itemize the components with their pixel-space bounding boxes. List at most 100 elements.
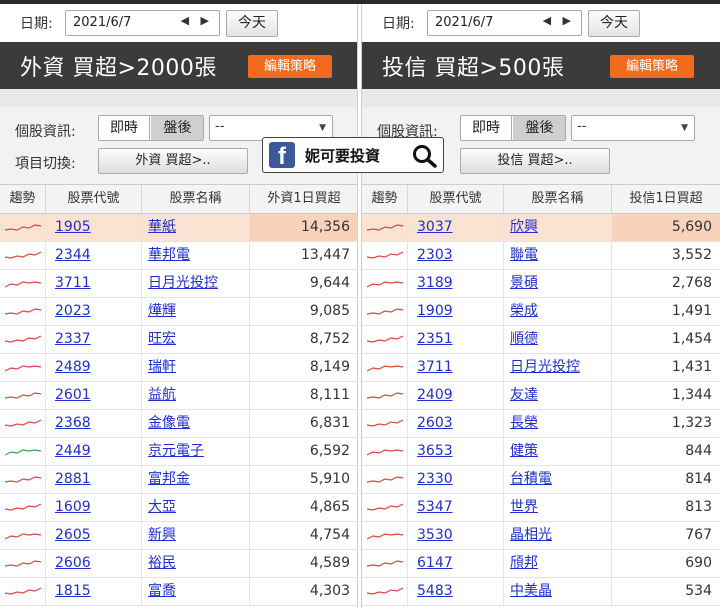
realtime-tab[interactable]: 即時: [99, 116, 150, 140]
table-row[interactable]: 2449 京元電子 6,592: [0, 438, 357, 466]
stock-code-link[interactable]: 5347: [417, 499, 453, 515]
realtime-tab[interactable]: 即時: [461, 116, 512, 140]
facebook-page-banner[interactable]: f 妮可要投資: [262, 137, 444, 173]
table-row[interactable]: 3037 欣興 5,690: [362, 214, 720, 242]
date-nav-arrows-icon[interactable]: ◀ ▶: [543, 14, 575, 27]
edit-strategy-button[interactable]: 編輯策略: [248, 55, 332, 78]
table-row[interactable]: 1609 大亞 4,865: [0, 494, 357, 522]
stock-code-link[interactable]: 2489: [55, 359, 91, 375]
column-header-value[interactable]: 投信1日買超: [612, 185, 720, 213]
stock-code-link[interactable]: 2409: [417, 387, 453, 403]
stock-code-link[interactable]: 5483: [417, 583, 453, 599]
stock-code-link[interactable]: 2368: [55, 415, 91, 431]
table-row[interactable]: 2881 富邦金 5,910: [0, 466, 357, 494]
stock-code-link[interactable]: 2606: [55, 555, 91, 571]
stock-name-link[interactable]: 瑞軒: [148, 359, 176, 375]
stock-code-link[interactable]: 3711: [55, 275, 91, 291]
date-picker[interactable]: 2021/6/7 ◀ ▶: [65, 10, 220, 36]
stock-name-link[interactable]: 旺宏: [148, 331, 176, 347]
table-row[interactable]: 2601 益航 8,111: [0, 382, 357, 410]
table-row[interactable]: 5483 中美晶 534: [362, 578, 720, 606]
stock-name-link[interactable]: 華紙: [148, 219, 176, 235]
today-button[interactable]: 今天: [588, 10, 640, 37]
table-row[interactable]: 2344 華邦電 13,447: [0, 242, 357, 270]
stock-code-link[interactable]: 2351: [417, 331, 453, 347]
stock-code-link[interactable]: 1609: [55, 499, 91, 515]
stock-code-link[interactable]: 2603: [417, 415, 453, 431]
stock-code-link[interactable]: 2330: [417, 471, 453, 487]
table-row[interactable]: 2409 友達 1,344: [362, 382, 720, 410]
stock-code-link[interactable]: 2023: [55, 303, 91, 319]
stock-name-link[interactable]: 友達: [510, 387, 538, 403]
stock-code-link[interactable]: 3653: [417, 443, 453, 459]
column-header-name[interactable]: 股票名稱: [142, 185, 250, 213]
stock-name-link[interactable]: 富喬: [148, 583, 176, 599]
item-switch-button[interactable]: 投信 買超>..: [460, 148, 610, 174]
stock-name-link[interactable]: 榮成: [510, 303, 538, 319]
stock-code-link[interactable]: 1909: [417, 303, 453, 319]
table-row[interactable]: 2489 瑞軒 8,149: [0, 354, 357, 382]
edit-strategy-button[interactable]: 編輯策略: [610, 55, 694, 78]
stock-info-select[interactable]: -- ▼: [571, 115, 695, 141]
table-row[interactable]: 2337 旺宏 8,752: [0, 326, 357, 354]
stock-name-link[interactable]: 晶相光: [510, 527, 552, 543]
table-row[interactable]: 3711 日月光投控 9,644: [0, 270, 357, 298]
stock-name-link[interactable]: 華邦電: [148, 247, 190, 263]
table-row[interactable]: 1909 榮成 1,491: [362, 298, 720, 326]
stock-name-link[interactable]: 聯電: [510, 247, 538, 263]
stock-name-link[interactable]: 日月光投控: [510, 359, 580, 375]
today-button[interactable]: 今天: [226, 10, 278, 37]
stock-name-link[interactable]: 日月光投控: [148, 275, 218, 291]
table-row[interactable]: 6147 頎邦 690: [362, 550, 720, 578]
stock-name-link[interactable]: 欣興: [510, 219, 538, 235]
stock-name-link[interactable]: 益航: [148, 387, 176, 403]
table-row[interactable]: 3653 健策 844: [362, 438, 720, 466]
stock-code-link[interactable]: 2303: [417, 247, 453, 263]
stock-name-link[interactable]: 健策: [510, 443, 538, 459]
table-row[interactable]: 2605 新興 4,754: [0, 522, 357, 550]
table-row[interactable]: 1905 華紙 14,356: [0, 214, 357, 242]
stock-name-link[interactable]: 新興: [148, 527, 176, 543]
stock-code-link[interactable]: 1815: [55, 583, 91, 599]
stock-code-link[interactable]: 1905: [55, 219, 91, 235]
stock-code-link[interactable]: 2337: [55, 331, 91, 347]
stock-code-link[interactable]: 3711: [417, 359, 453, 375]
stock-name-link[interactable]: 大亞: [148, 499, 176, 515]
stock-code-link[interactable]: 6147: [417, 555, 453, 571]
table-row[interactable]: 3189 景碩 2,768: [362, 270, 720, 298]
stock-code-link[interactable]: 3037: [417, 219, 453, 235]
stock-code-link[interactable]: 2881: [55, 471, 91, 487]
table-row[interactable]: 2351 順德 1,454: [362, 326, 720, 354]
stock-name-link[interactable]: 世界: [510, 499, 538, 515]
stock-code-link[interactable]: 3189: [417, 275, 453, 291]
date-picker[interactable]: 2021/6/7 ◀ ▶: [427, 10, 582, 36]
stock-code-link[interactable]: 2344: [55, 247, 91, 263]
table-row[interactable]: 2023 燁輝 9,085: [0, 298, 357, 326]
after-hours-tab[interactable]: 盤後: [151, 116, 203, 140]
table-row[interactable]: 2303 聯電 3,552: [362, 242, 720, 270]
table-row[interactable]: 1815 富喬 4,303: [0, 578, 357, 606]
date-nav-arrows-icon[interactable]: ◀ ▶: [181, 14, 213, 27]
table-row[interactable]: 2603 長榮 1,323: [362, 410, 720, 438]
column-header-code[interactable]: 股票代號: [408, 185, 504, 213]
column-header-name[interactable]: 股票名稱: [504, 185, 612, 213]
table-row[interactable]: 5347 世界 813: [362, 494, 720, 522]
table-row[interactable]: 2368 金像電 6,831: [0, 410, 357, 438]
stock-name-link[interactable]: 中美晶: [510, 583, 552, 599]
stock-name-link[interactable]: 燁輝: [148, 303, 176, 319]
stock-name-link[interactable]: 順德: [510, 331, 538, 347]
stock-name-link[interactable]: 台積電: [510, 471, 552, 487]
table-row[interactable]: 2330 台積電 814: [362, 466, 720, 494]
stock-name-link[interactable]: 富邦金: [148, 471, 190, 487]
table-row[interactable]: 3530 晶相光 767: [362, 522, 720, 550]
stock-code-link[interactable]: 3530: [417, 527, 453, 543]
column-header-trend[interactable]: 趨勢: [362, 185, 408, 213]
after-hours-tab[interactable]: 盤後: [513, 116, 565, 140]
stock-name-link[interactable]: 京元電子: [148, 443, 204, 459]
column-header-value[interactable]: 外資1日買超: [250, 185, 357, 213]
table-row[interactable]: 2606 裕民 4,589: [0, 550, 357, 578]
item-switch-button[interactable]: 外資 買超>..: [98, 148, 248, 174]
stock-code-link[interactable]: 2449: [55, 443, 91, 459]
stock-name-link[interactable]: 景碩: [510, 275, 538, 291]
column-header-code[interactable]: 股票代號: [46, 185, 142, 213]
